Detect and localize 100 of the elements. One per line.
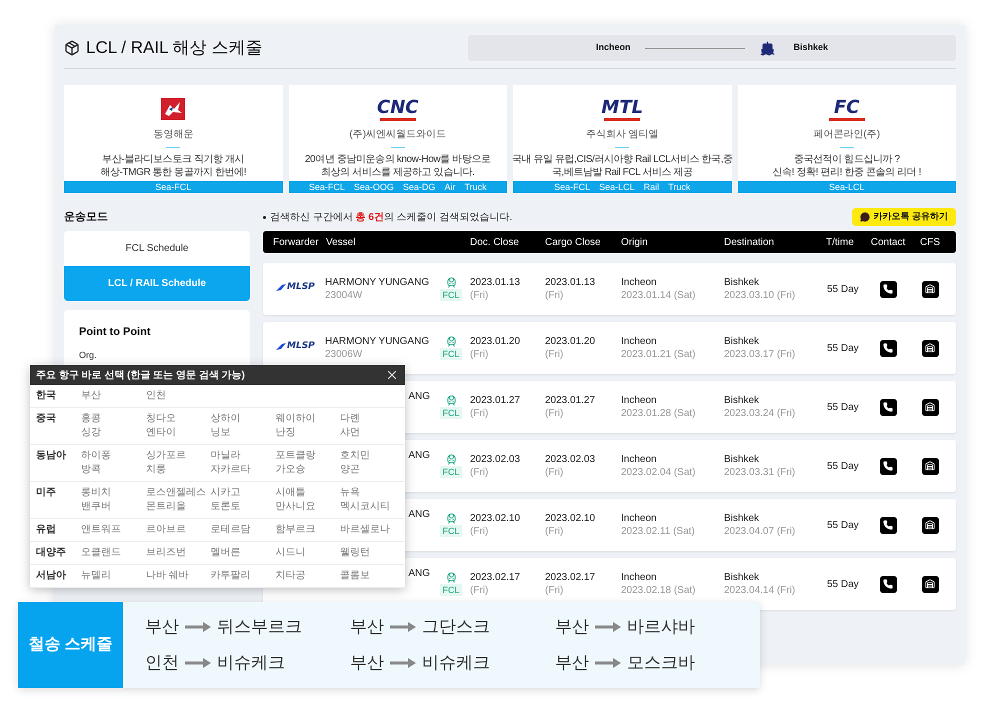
departure-date: 2023.01.28 (Sat) bbox=[621, 406, 696, 420]
kakao-share-button[interactable]: 카카오톡 공유하기 bbox=[852, 208, 956, 226]
carrier-card[interactable]: 동영해운 부산-블라디보스토크 직기항 개시 해상-TMGR 통한 몽골까지 한번에! Sea-FCL bbox=[64, 85, 282, 193]
arrival-date: 2023.03.17 (Fri) bbox=[724, 348, 796, 362]
result-notice: 검색하신 구간에서 총 6건의 스케줄이 검색되었습니다. bbox=[270, 210, 512, 224]
schedule-row[interactable]: MLSP HARMONY YUNGANG 23006W FCL 2023.01.20 (Fri) 2023.01.20 (Fri) Incheon 2023.01.21 (Sat) Bishkek 2023.03.17 (Fri) 55 Day bbox=[263, 322, 956, 374]
port-name: Bishkek bbox=[724, 394, 760, 406]
chat-bubble-icon bbox=[860, 212, 870, 222]
port-link[interactable]: 르아브르 bbox=[146, 523, 211, 537]
phone-button[interactable] bbox=[880, 576, 896, 592]
port-link[interactable]: 방콕 bbox=[81, 463, 146, 477]
train-icon bbox=[446, 277, 456, 288]
phone-icon bbox=[883, 402, 893, 412]
close-date: 2023.01.20 bbox=[470, 334, 522, 348]
section-heading: 운송모드 bbox=[64, 210, 109, 225]
close-icon[interactable] bbox=[385, 368, 399, 382]
port-name: Bishkek bbox=[724, 570, 760, 584]
region-label: 서남아 bbox=[35, 569, 67, 583]
port-link[interactable]: 브리즈번 bbox=[146, 546, 211, 560]
phone-icon bbox=[883, 284, 893, 294]
port-link[interactable]: 인천 bbox=[146, 389, 211, 403]
warehouse-icon bbox=[925, 402, 935, 412]
close-date: 2023.01.27 bbox=[545, 394, 596, 406]
arrival-date: 2023.04.14 (Fri) bbox=[724, 584, 796, 598]
company-logo: CNC bbox=[377, 98, 418, 120]
port-link[interactable]: 싱강 bbox=[81, 426, 146, 440]
port-link[interactable]: 뉴델리 bbox=[81, 569, 146, 583]
carrier-card[interactable]: CNC (주)씨엔씨월드와이드 20여년 중남미운송의 know-How를 바탕으로 최상의 서비스를 제공하고 있습니다. Sea-FCL Sea-OOG Sea-DG Air Truck bbox=[288, 85, 507, 193]
warehouse-button[interactable] bbox=[922, 576, 938, 592]
port-link[interactable]: 포트클랑 bbox=[275, 449, 340, 463]
close-day: (Fri) bbox=[545, 288, 617, 302]
service-tag: Sea-FCL bbox=[155, 181, 192, 193]
port-link[interactable]: 싱가포르 bbox=[146, 449, 211, 463]
region-label: 미주 bbox=[35, 486, 57, 500]
port-link[interactable]: 함부르크 bbox=[275, 523, 340, 537]
winged-horse-logo bbox=[160, 97, 186, 121]
service-tag: Sea-FCL bbox=[554, 181, 590, 193]
carrier-name: 페어콘라인(주) bbox=[813, 128, 880, 142]
carrier-description: 부산-블라디보스토크 직기항 개시 해상-TMGR 통한 몽골까지 한번에! bbox=[100, 153, 246, 179]
port-name: Incheon bbox=[621, 570, 658, 584]
phone-button[interactable] bbox=[880, 398, 896, 416]
close-day: (Fri) bbox=[470, 288, 541, 302]
port-link[interactable]: 몬트리올 bbox=[146, 500, 211, 514]
warehouse-button[interactable] bbox=[922, 516, 938, 534]
port-link[interactable]: 로스앤젤레스 bbox=[146, 486, 211, 500]
port-link[interactable]: 바르셀로나 bbox=[340, 523, 405, 537]
port-link[interactable]: 밴쿠버 bbox=[81, 500, 146, 514]
port-link[interactable]: 치타공 bbox=[275, 569, 340, 583]
port-link[interactable]: 치룽 bbox=[146, 463, 211, 477]
box-icon bbox=[64, 40, 80, 56]
port-link[interactable]: 나바 쉐바 bbox=[146, 569, 211, 583]
port-link[interactable]: 다롄 bbox=[340, 412, 405, 426]
port-link[interactable]: 오클랜드 bbox=[81, 546, 146, 560]
mode-badge: FCL bbox=[440, 466, 462, 478]
column-header: Vessel bbox=[325, 236, 356, 250]
warehouse-button[interactable] bbox=[922, 398, 938, 416]
port-link[interactable]: 멕시코시티 bbox=[340, 500, 405, 514]
close-day: (Fri) bbox=[470, 406, 541, 420]
route-destination: 뒤스부르크 bbox=[217, 617, 302, 637]
port-link[interactable]: 호치민 bbox=[340, 449, 405, 463]
port-name: Bishkek bbox=[724, 512, 760, 524]
port-link[interactable]: 홍콩 bbox=[81, 412, 146, 426]
warehouse-button[interactable] bbox=[922, 458, 938, 474]
phone-button[interactable] bbox=[880, 280, 896, 298]
region-label: 중국 bbox=[35, 412, 57, 426]
phone-button[interactable] bbox=[880, 458, 896, 474]
port-link[interactable]: 콜롬보 bbox=[340, 569, 405, 583]
route-origin: 부산 bbox=[145, 617, 179, 637]
service-tag: Truck bbox=[464, 181, 487, 193]
carrier-name: (주)씨엔씨월드와이드 bbox=[349, 128, 446, 142]
carrier-card[interactable]: FC 페어콘라인(주) 중국선적이 힘드십니까 ? 신속! 정확! 편리! 한중 콘솔의 리더 ! Sea-LCL bbox=[738, 85, 956, 193]
mode-tab[interactable]: LCL / RAIL Schedule bbox=[64, 266, 250, 301]
port-link[interactable]: 웨이하이 bbox=[275, 412, 340, 426]
route-origin: 부산 bbox=[350, 617, 384, 637]
mode-tab[interactable]: FCL Schedule bbox=[64, 231, 250, 266]
port-link[interactable]: 만사니요 bbox=[275, 500, 340, 514]
close-date: 2023.02.03 bbox=[470, 452, 522, 466]
port-link[interactable]: 옌타이 bbox=[146, 426, 211, 440]
carrier-card[interactable]: MTL 주식회사 엠티엘 국내 유일 유럽,CIS/러시아향 Rail LCL서비스 한국,중 국,베트남발 Rail FCL 서비스 제공 Sea-FCL Sea-LCL Rail Truck bbox=[513, 85, 732, 193]
warehouse-button[interactable] bbox=[922, 280, 938, 298]
close-date: 2023.02.17 bbox=[545, 570, 596, 584]
port-link[interactable]: 부산 bbox=[81, 389, 146, 403]
schedule-row[interactable]: MLSP HARMONY YUNGANG 23004W FCL 2023.01.13 (Fri) 2023.01.13 (Fri) Incheon 2023.01.14 (Sat) Bishkek 2023.03.10 (Fri) 55 Day bbox=[263, 263, 956, 315]
warehouse-button[interactable] bbox=[922, 340, 938, 356]
service-tag: Sea-LCL bbox=[599, 181, 635, 193]
phone-button[interactable] bbox=[880, 516, 896, 534]
port-link[interactable]: 앤트워프 bbox=[81, 523, 146, 537]
phone-icon bbox=[883, 579, 893, 589]
port-link[interactable]: 양곤 bbox=[340, 463, 405, 477]
port-link[interactable]: 하이퐁 bbox=[81, 449, 146, 463]
port-link[interactable]: 롱비치 bbox=[81, 486, 146, 500]
port-link[interactable]: 가오슝 bbox=[275, 463, 340, 477]
rail-banner-title: 철송 스케줄 bbox=[18, 602, 123, 688]
phone-button[interactable] bbox=[880, 340, 896, 356]
port-link[interactable]: 칭다오 bbox=[146, 412, 211, 426]
service-tag: Sea-FCL bbox=[308, 181, 345, 193]
mode-badge: FCL bbox=[440, 289, 462, 301]
close-day: (Fri) bbox=[470, 524, 541, 538]
close-day: (Fri) bbox=[545, 466, 617, 480]
region-label: 동남아 bbox=[35, 449, 67, 463]
